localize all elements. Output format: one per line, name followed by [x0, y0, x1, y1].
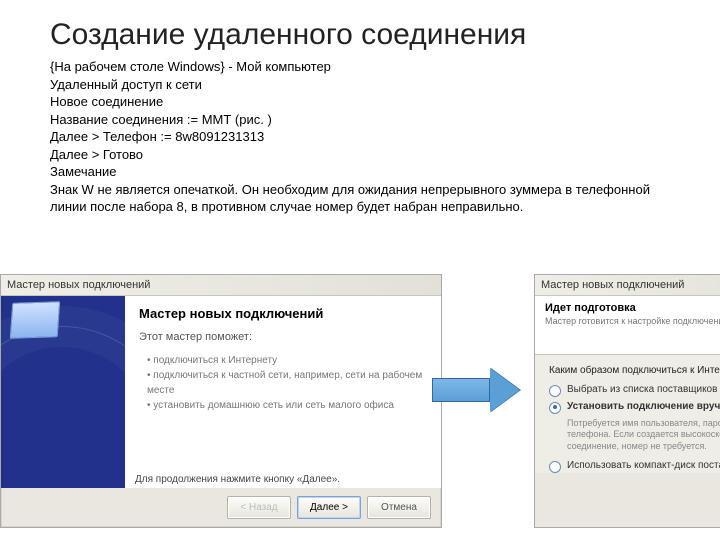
slide-body: {На рабочем столе Windows} - Мой компьют… — [50, 58, 688, 216]
radio-label: Установить подключение вручную — [567, 401, 720, 412]
body-line: Замечание — [50, 163, 688, 181]
wizard-step-title: Идет подготовка — [545, 302, 720, 314]
body-line: {На рабочем столе Windows} - Мой компьют… — [50, 58, 688, 76]
window-titlebar: Мастер новых подключений — [1, 275, 441, 296]
wizard-sidebar-graphic — [1, 296, 125, 488]
radio-icon — [549, 402, 561, 414]
bullet-item: подключиться к Интернету — [147, 353, 427, 368]
radio-option-provider-list[interactable]: Выбрать из списка поставщиков усл — [549, 384, 720, 397]
radio-option-description: Потребуется имя пользователя, пароль и н… — [567, 418, 720, 452]
wizard-footer-hint: Для продолжения нажмите кнопку «Далее». — [135, 474, 340, 485]
slide-title: Создание удаленного соединения — [50, 18, 688, 52]
body-line: Далее > Готово — [50, 146, 688, 164]
radio-option-cd[interactable]: Использовать компакт-диск постав — [549, 460, 720, 473]
next-button[interactable]: Далее > — [297, 496, 361, 519]
wizard-question: Каким образом подключиться к Интернету? — [549, 365, 720, 376]
radio-label: Выбрать из списка поставщиков усл — [567, 384, 720, 395]
wizard-subtext: Этот мастер поможет: — [139, 331, 427, 343]
bullet-item: установить домашнюю сеть или сеть малого… — [147, 398, 427, 413]
radio-icon — [549, 461, 561, 473]
globe-icon — [1, 296, 125, 488]
wizard-heading: Мастер новых подключений — [139, 306, 427, 321]
arrow-right-icon — [432, 368, 520, 412]
wizard-window-step1: Мастер новых подключений Мастер новых по… — [0, 274, 442, 528]
radio-label: Использовать компакт-диск постав — [567, 460, 720, 471]
wizard-window-step2: Мастер новых подключений Идет подготовка… — [534, 274, 720, 528]
back-button[interactable]: < Назад — [227, 496, 291, 519]
bullet-item: подключиться к частной сети, например, с… — [147, 368, 427, 398]
body-line: Новое соединение — [50, 93, 688, 111]
body-line: Далее > Телефон := 8w8091231313 — [50, 128, 688, 146]
wizard-bullets: подключиться к Интернету подключиться к … — [139, 353, 427, 413]
body-line: Название соединения := ММТ (рис. ) — [50, 111, 688, 129]
radio-icon — [549, 385, 561, 397]
cancel-button[interactable]: Отмена — [367, 496, 431, 519]
wizard-step-subtitle: Мастер готовится к настройке подключения… — [545, 316, 720, 326]
radio-option-manual[interactable]: Установить подключение вручную — [549, 401, 720, 414]
body-line: Знак W не является опечаткой. Он необход… — [50, 181, 688, 216]
body-line: Удаленный доступ к сети — [50, 76, 688, 94]
window-titlebar: Мастер новых подключений — [535, 275, 720, 296]
